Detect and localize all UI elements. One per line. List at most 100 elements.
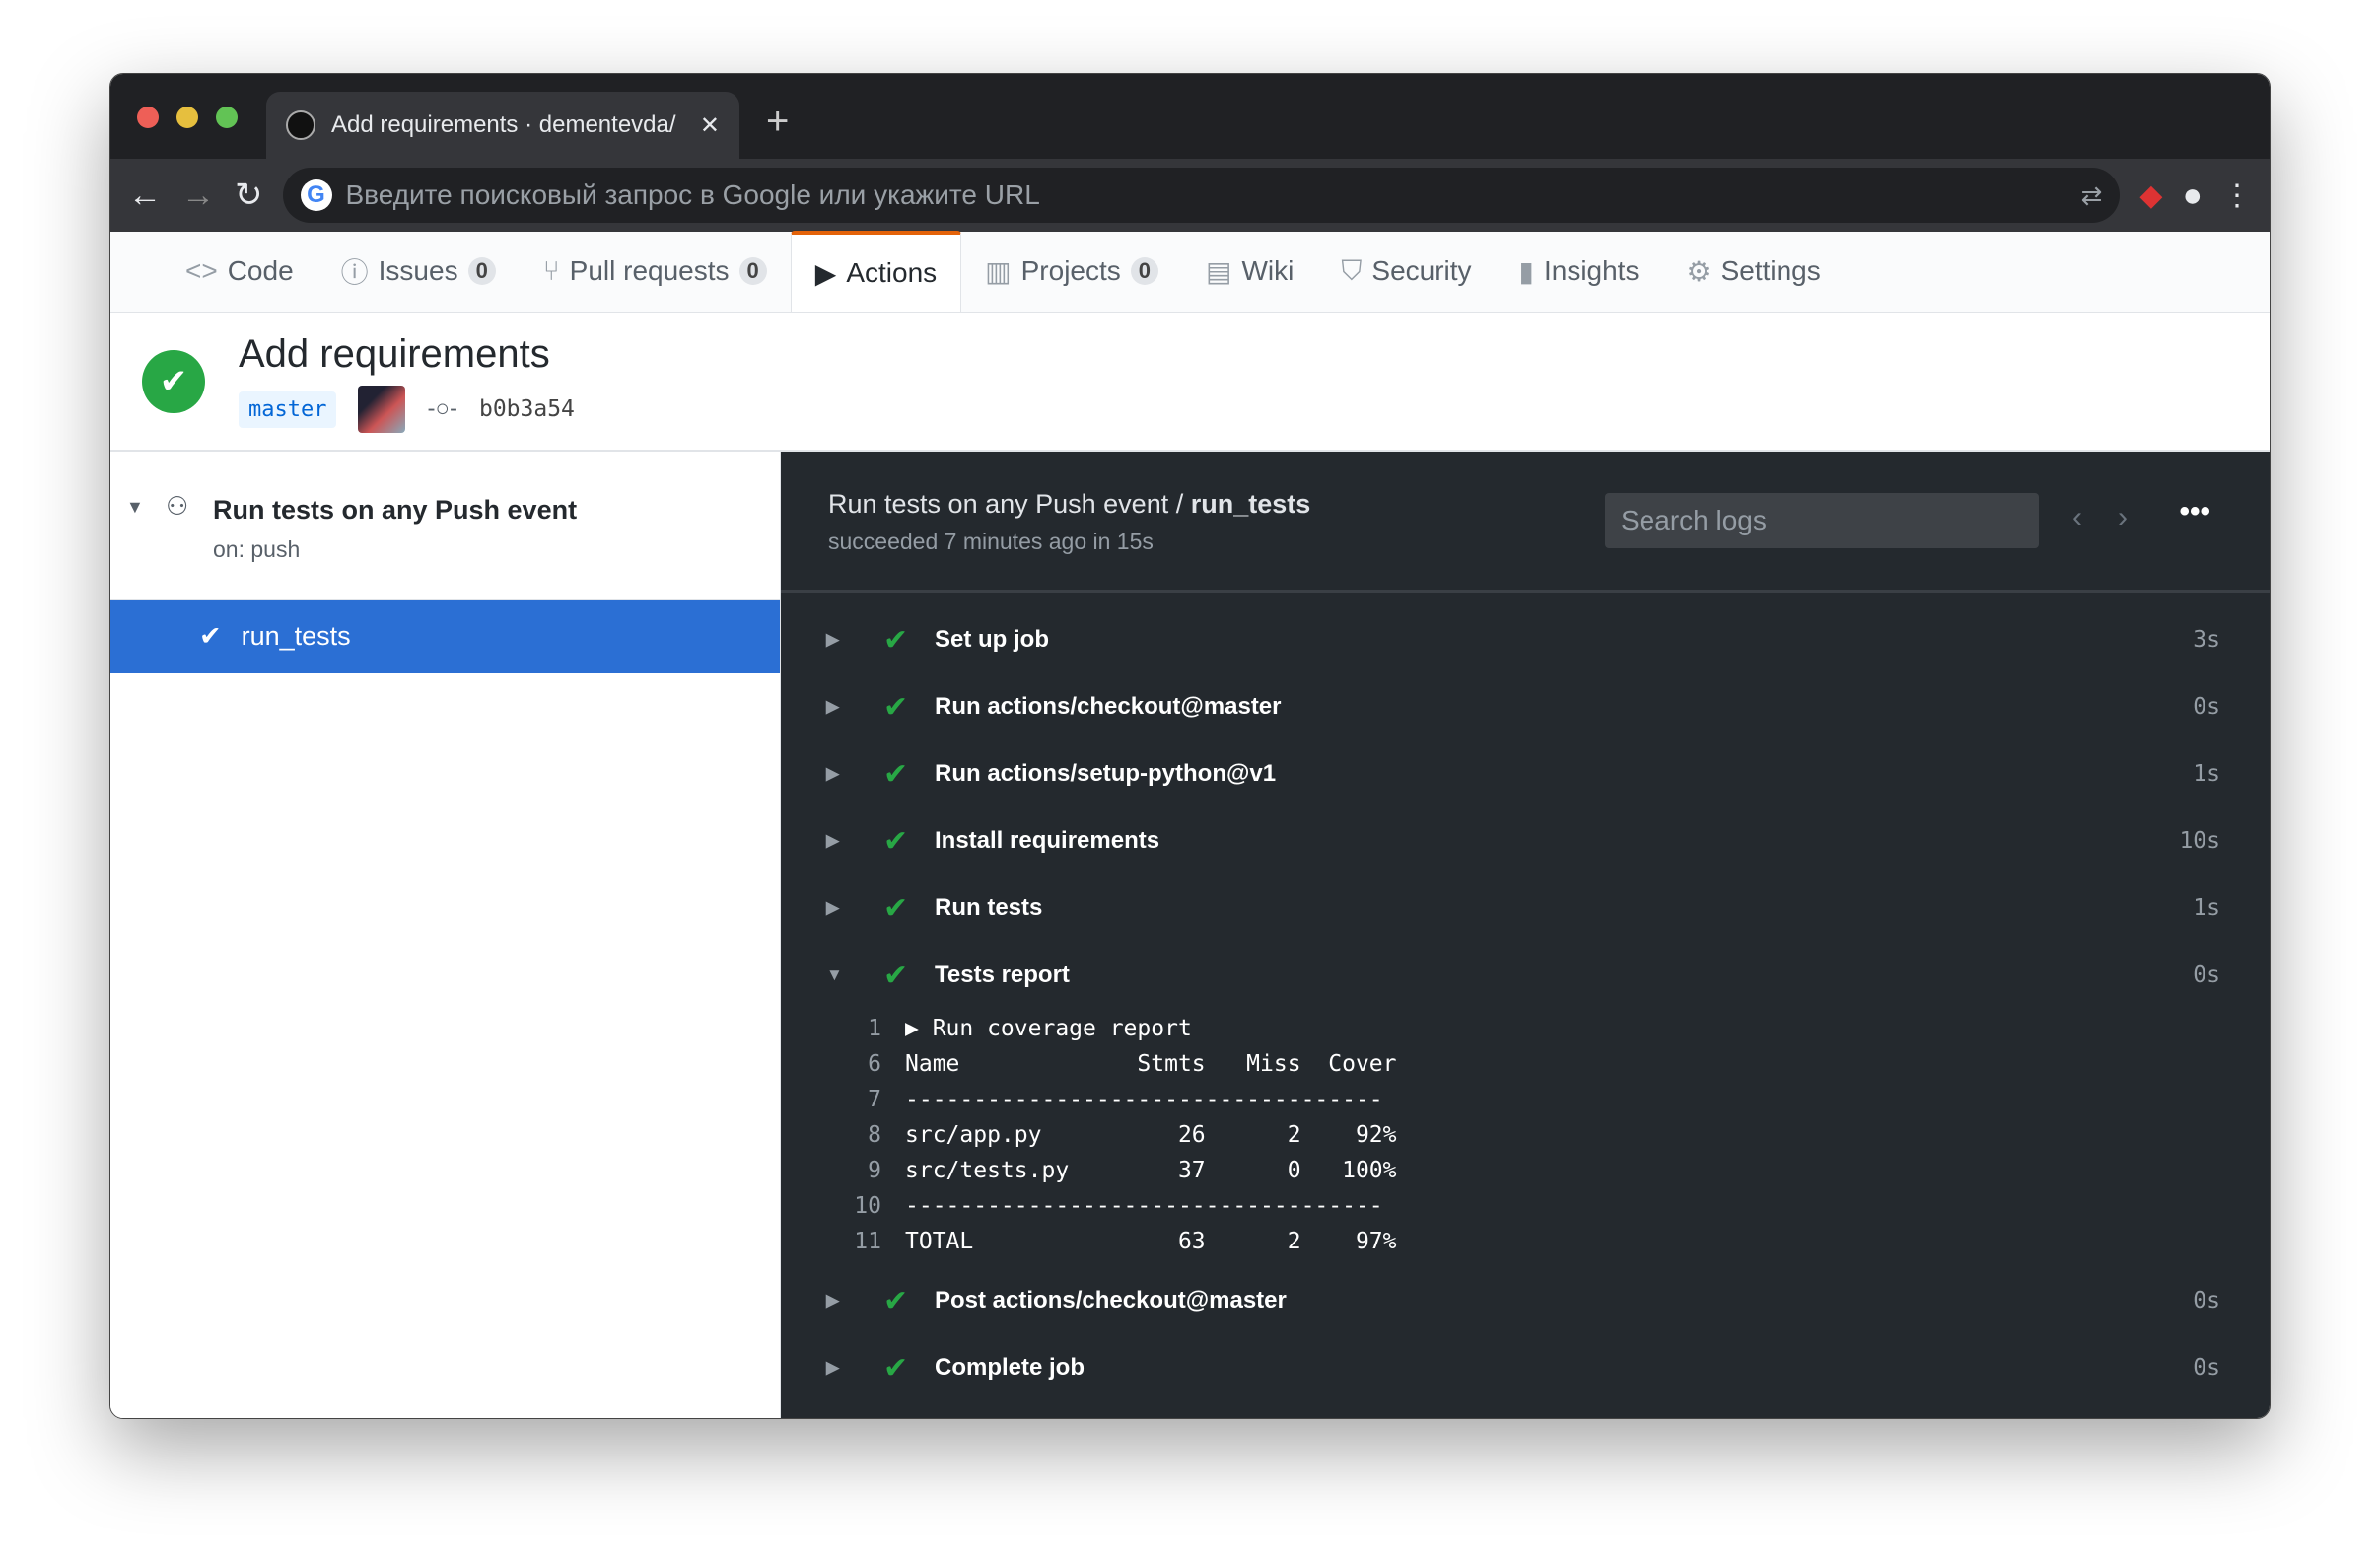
play-icon: ▶ (814, 257, 837, 289)
collapse-icon[interactable]: ▼ (126, 497, 144, 518)
expand-icon[interactable]: ▶ (826, 764, 839, 784)
run-header: ✔ Add requirements master -○- b0b3a54 (110, 313, 2270, 452)
tab-settings[interactable]: ⚙ Settings (1662, 231, 1844, 312)
tab-label: Actions (846, 257, 938, 288)
line-text: src/app.py 26 2 92% (905, 1122, 1397, 1148)
line-text: ----------------------------------- (905, 1087, 1383, 1112)
expand-icon[interactable]: ▶ (826, 1291, 839, 1311)
menu-icon[interactable]: ⋮ (2222, 178, 2252, 213)
check-icon: ✔ (199, 620, 222, 651)
log-step[interactable]: ▶ ✔ Complete job 0s (781, 1334, 2270, 1401)
maximize-window-button[interactable] (216, 107, 238, 128)
more-options-icon[interactable]: ••• (2179, 495, 2210, 529)
reload-icon[interactable]: ↻ (235, 176, 263, 215)
job-name: run_tests (241, 620, 351, 651)
line-number[interactable]: 11 (781, 1229, 905, 1254)
branch-badge[interactable]: master (239, 391, 337, 428)
tab-title: Add requirements · dementevda/ (331, 111, 676, 138)
log-step[interactable]: ▶ ✔ Run actions/setup-python@v1 1s (781, 741, 2270, 808)
minimize-window-button[interactable] (176, 107, 198, 128)
expand-icon[interactable]: ▶ (826, 831, 839, 851)
expand-icon[interactable]: ▶ (826, 630, 839, 650)
tab-actions[interactable]: ▶ Actions (790, 231, 962, 312)
expand-icon[interactable]: ▶ (826, 898, 839, 918)
address-bar[interactable]: G Введите поисковый запрос в Google или … (282, 168, 2121, 223)
close-window-button[interactable] (137, 107, 159, 128)
browser-tab[interactable]: Add requirements · dementevda/ ✕ (266, 92, 739, 159)
step-duration: 3s (2193, 627, 2220, 653)
check-icon: ✔ (883, 1351, 909, 1385)
line-number[interactable]: 7 (781, 1087, 905, 1112)
collapse-icon[interactable]: ▼ (826, 965, 843, 985)
tab-wiki[interactable]: ▤ Wiki (1182, 231, 1317, 312)
expand-icon[interactable]: ▶ (826, 697, 839, 717)
log-line: 10 ----------------------------------- (781, 1188, 2270, 1224)
step-duration: 0s (2193, 694, 2220, 720)
browser-window: Add requirements · dementevda/ ✕ + ← → ↻… (109, 73, 2271, 1419)
tab-projects[interactable]: ▥ Projects 0 (961, 231, 1182, 312)
translate-icon[interactable]: ⇄ (2081, 180, 2103, 211)
code-icon: <> (185, 255, 218, 286)
log-line: 1 ▶ Run coverage report (781, 1011, 2270, 1046)
tab-security[interactable]: ⛉ Security (1317, 231, 1495, 312)
back-icon[interactable]: ← (128, 177, 162, 215)
commit-icon: -○- (427, 395, 457, 422)
log-panel: Run tests on any Push event / run_tests … (781, 452, 2270, 1418)
step-duration: 0s (2193, 1288, 2220, 1314)
tab-code[interactable]: <> Code (162, 231, 317, 312)
gear-icon: ⚙ (1686, 255, 1712, 287)
book-icon: ▤ (1206, 255, 1232, 287)
tab-label: Issues (378, 255, 458, 286)
step-duration: 1s (2193, 895, 2220, 921)
step-name: Run actions/checkout@master (935, 693, 1282, 720)
line-text: ▶ Run coverage report (905, 1016, 1192, 1041)
log-step[interactable]: ▶ ✔ Set up job 3s (781, 606, 2270, 674)
log-step[interactable]: ▶ ✔ Install requirements 10s (781, 808, 2270, 875)
line-number[interactable]: 8 (781, 1122, 905, 1148)
step-duration: 0s (2193, 1355, 2220, 1381)
commit-sha[interactable]: b0b3a54 (479, 396, 575, 422)
search-logs-input[interactable] (1605, 493, 2039, 548)
line-number[interactable]: 10 (781, 1193, 905, 1219)
log-line: 8 src/app.py 26 2 92% (781, 1117, 2270, 1153)
log-line: 7 ----------------------------------- (781, 1082, 2270, 1117)
check-icon: ✔ (883, 757, 909, 791)
prev-icon[interactable]: ‹ (2072, 501, 2082, 534)
pull-request-icon: ⑂ (542, 255, 560, 286)
line-text: Name Stmts Miss Cover (905, 1051, 1397, 1077)
check-icon: ✔ (883, 623, 909, 657)
step-name: Run tests (935, 894, 1043, 921)
github-icon (286, 110, 315, 140)
tab-insights[interactable]: ▮ Insights (1496, 231, 1663, 312)
new-tab-button[interactable]: + (766, 100, 789, 144)
log-step[interactable]: ▶ ✔ Post actions/checkout@master 0s (781, 1267, 2270, 1334)
step-name: Install requirements (935, 827, 1160, 854)
tab-issues[interactable]: ⓘ Issues 0 (317, 231, 520, 312)
line-number[interactable]: 6 (781, 1051, 905, 1077)
line-number[interactable]: 1 (781, 1016, 905, 1041)
forward-icon[interactable]: → (181, 177, 215, 215)
check-icon: ✔ (883, 1284, 909, 1317)
log-line: 6 Name Stmts Miss Cover (781, 1046, 2270, 1082)
line-number[interactable]: 9 (781, 1158, 905, 1183)
extension-icon[interactable]: ◆ (2139, 178, 2162, 213)
log-line: 11 TOTAL 63 2 97% (781, 1224, 2270, 1259)
job-item-run-tests[interactable]: ✔ run_tests (110, 600, 780, 673)
project-icon: ▥ (985, 255, 1012, 287)
tab-pull-requests[interactable]: ⑂ Pull requests 0 (520, 231, 791, 312)
expand-icon[interactable]: ▶ (826, 1358, 839, 1378)
tab-label: Pull requests (569, 255, 730, 286)
line-text: ----------------------------------- (905, 1193, 1383, 1219)
workflow-item[interactable]: ▼ ⚇ Run tests on any Push event on: push (110, 452, 780, 600)
step-name: Post actions/checkout@master (935, 1287, 1287, 1314)
check-icon: ✔ (883, 824, 909, 858)
step-name: Complete job (935, 1354, 1085, 1381)
profile-icon[interactable]: ● (2182, 177, 2203, 215)
shield-icon: ⛉ (1341, 254, 1363, 286)
log-step[interactable]: ▶ ✔ Run actions/checkout@master 0s (781, 674, 2270, 741)
next-icon[interactable]: › (2118, 501, 2128, 534)
close-tab-icon[interactable]: ✕ (700, 111, 720, 140)
avatar[interactable] (358, 386, 406, 433)
log-step[interactable]: ▼ ✔ Tests report 0s (781, 942, 2270, 1009)
log-step[interactable]: ▶ ✔ Run tests 1s (781, 875, 2270, 942)
